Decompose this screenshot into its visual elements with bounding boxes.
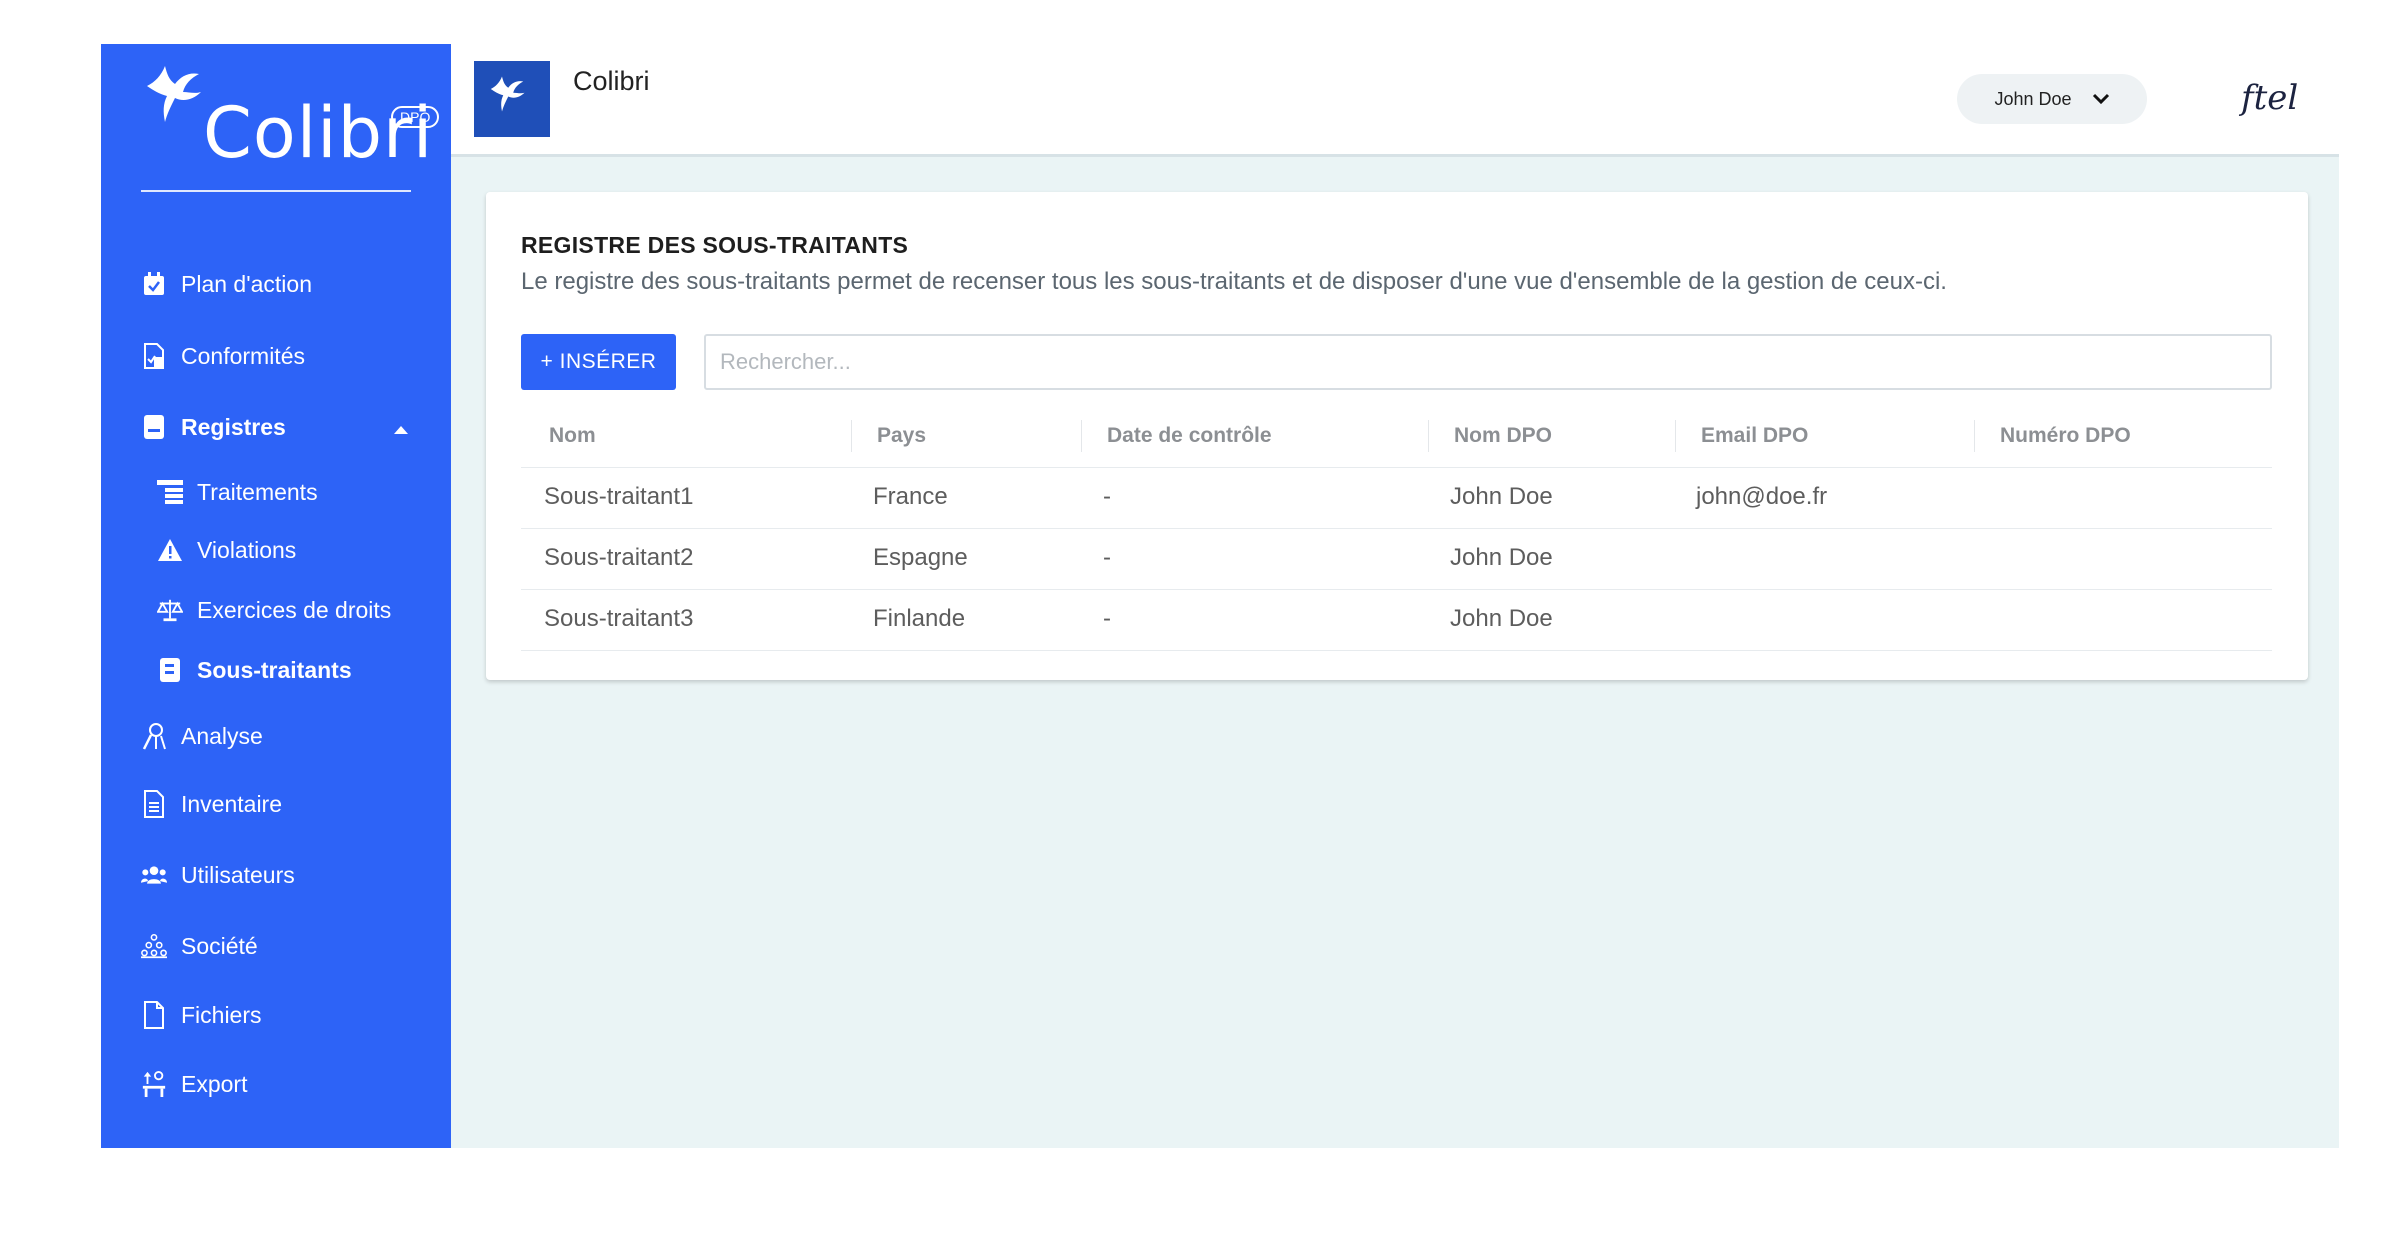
cell-nom: Sous-traitant1 — [544, 483, 694, 510]
sidebar-item-label: Sous-traitants — [197, 656, 352, 683]
book-icon — [141, 414, 167, 440]
search-input[interactable] — [704, 334, 2272, 390]
file-list-icon — [141, 790, 167, 818]
page-description: Le registre des sous-traitants permet de… — [521, 268, 1947, 295]
sidebar-item-plan-action[interactable]: Plan d'action — [141, 266, 312, 302]
sidebar-item-label: Registres — [181, 413, 286, 440]
table-row[interactable]: Sous-traitant2 Espagne - John Doe — [521, 529, 2272, 590]
insert-button[interactable]: + INSÉRER — [521, 334, 676, 390]
sidebar-item-exercices-droits[interactable]: Exercices de droits — [157, 592, 391, 628]
sidebar-item-analyse[interactable]: Analyse — [141, 718, 263, 754]
document-check-icon — [141, 343, 167, 369]
app-title: Colibri — [573, 66, 650, 96]
contact-card-icon — [157, 657, 183, 683]
analysis-icon — [141, 723, 167, 750]
chevron-down-icon — [2092, 89, 2110, 110]
sidebar-item-label: Violations — [197, 536, 297, 563]
sidebar-item-inventaire[interactable]: Inventaire — [141, 786, 282, 822]
sous-traitants-table: Nom Pays Date de contrôle Nom DPO Email … — [521, 404, 2272, 651]
sidebar-item-traitements[interactable]: Traitements — [157, 474, 318, 510]
column-header-date-controle[interactable]: Date de contrôle — [1081, 420, 1272, 452]
app-icon[interactable] — [474, 61, 550, 137]
cell-pays: Espagne — [873, 544, 968, 571]
sous-traitants-card: REGISTRE DES SOUS-TRAITANTS Le registre … — [486, 192, 2308, 680]
cell-date-controle: - — [1103, 544, 1111, 571]
cell-nom-dpo: John Doe — [1450, 544, 1553, 571]
sidebar-divider — [141, 190, 411, 192]
sidebar-item-label: Analyse — [181, 722, 263, 749]
cell-nom: Sous-traitant2 — [544, 544, 694, 571]
cell-email-dpo: john@doe.fr — [1696, 483, 1828, 510]
company-icon — [141, 933, 167, 959]
sidebar-item-societe[interactable]: Société — [141, 928, 258, 964]
calendar-check-icon — [141, 271, 167, 297]
sidebar-item-label: Fichiers — [181, 1001, 262, 1028]
cell-pays: France — [873, 483, 948, 510]
warning-icon — [157, 537, 183, 563]
sidebar-item-label: Plan d'action — [181, 270, 312, 297]
sidebar-item-label: Exercices de droits — [197, 596, 392, 623]
main-content: Colibri John Doe ftel REGISTRE DES SOUS-… — [451, 44, 2339, 1148]
column-header-numero-dpo[interactable]: Numéro DPO — [1974, 420, 2131, 452]
sidebar-item-export[interactable]: Export — [141, 1066, 247, 1102]
sidebar: Colibri DPO Plan d'action Conformités Re… — [101, 44, 451, 1148]
sidebar-item-label: Utilisateurs — [181, 861, 295, 888]
column-header-nom-dpo[interactable]: Nom DPO — [1427, 420, 1552, 452]
cell-date-controle: - — [1103, 483, 1111, 510]
page-title: REGISTRE DES SOUS-TRAITANTS — [521, 232, 909, 258]
export-icon — [141, 1071, 167, 1097]
sidebar-item-label: Export — [181, 1070, 248, 1097]
table-row[interactable]: Sous-traitant1 France - John Doe john@do… — [521, 468, 2272, 529]
sidebar-item-label: Traitements — [197, 478, 318, 505]
table-rows-icon — [157, 479, 183, 505]
sidebar-item-utilisateurs[interactable]: Utilisateurs — [141, 857, 295, 893]
cell-date-controle: - — [1103, 605, 1111, 632]
sidebar-item-label: Conformités — [181, 342, 305, 369]
cell-nom-dpo: John Doe — [1450, 605, 1553, 632]
table-header: Nom Pays Date de contrôle Nom DPO Email … — [521, 404, 2272, 468]
ftel-logo: ftel — [2241, 78, 2299, 118]
sidebar-item-sous-traitants[interactable]: Sous-traitants — [157, 652, 352, 688]
user-name: John Doe — [1994, 88, 2072, 109]
column-header-email-dpo[interactable]: Email DPO — [1674, 420, 1808, 452]
sidebar-item-violations[interactable]: Violations — [157, 532, 296, 568]
cell-nom: Sous-traitant3 — [544, 605, 694, 632]
column-header-pays[interactable]: Pays — [850, 420, 926, 452]
balance-scale-icon — [157, 597, 183, 623]
sidebar-item-fichiers[interactable]: Fichiers — [141, 997, 262, 1033]
user-menu[interactable]: John Doe — [1957, 74, 2147, 124]
top-bar: Colibri John Doe ftel — [451, 44, 2339, 157]
cell-pays: Finlande — [873, 605, 966, 632]
cell-nom-dpo: John Doe — [1450, 483, 1553, 510]
table-row[interactable]: Sous-traitant3 Finlande - John Doe — [521, 590, 2272, 651]
app-window: Colibri DPO Plan d'action Conformités Re… — [101, 44, 2339, 1148]
colibri-logo[interactable]: Colibri DPO — [141, 62, 440, 182]
hummingbird-icon — [490, 76, 525, 112]
sidebar-item-conformites[interactable]: Conformités — [141, 338, 305, 374]
sidebar-item-registres[interactable]: Registres — [141, 409, 408, 445]
sidebar-item-label: Société — [181, 932, 258, 959]
dpo-badge: DPO — [391, 106, 440, 128]
users-icon — [141, 862, 167, 888]
column-header-nom[interactable]: Nom — [549, 422, 596, 450]
file-icon — [141, 1001, 167, 1029]
sidebar-item-label: Inventaire — [181, 790, 283, 817]
chevron-up-icon[interactable] — [393, 415, 409, 442]
